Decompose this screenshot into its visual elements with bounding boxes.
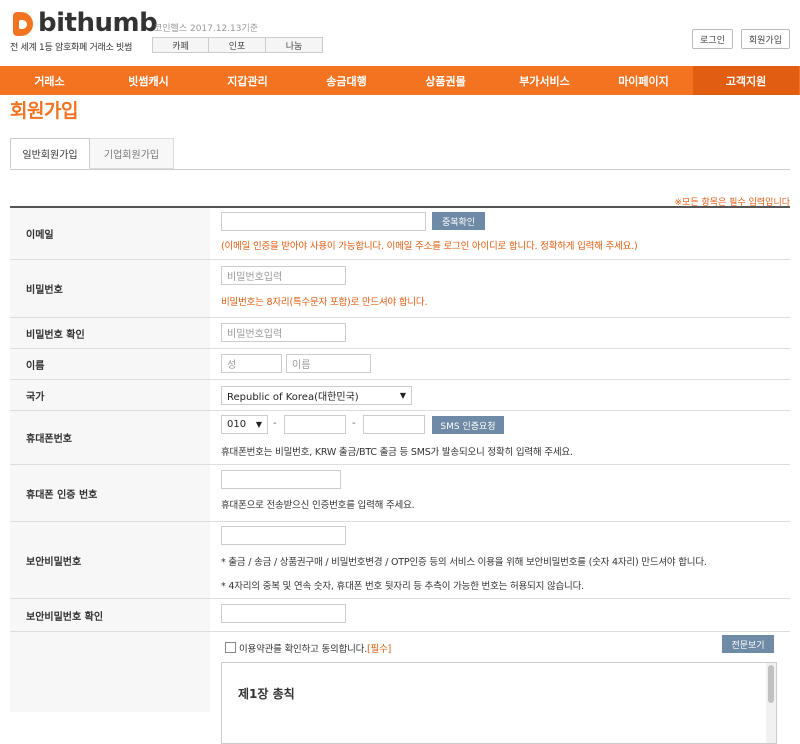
brand-name: bithumb [38,8,158,38]
first-name-input[interactable]: 이름 [286,354,371,373]
nav-item-exchange[interactable]: 거래소 [0,66,99,95]
phone-note: 휴대폰번호는 비밀번호, KRW 출금/BTC 출금 등 SMS가 발송되오니 … [221,447,573,458]
phone-middle-input[interactable] [284,415,346,434]
phone-auth-input[interactable] [221,470,341,489]
password-confirm-input[interactable]: 비밀번호입력 [221,323,346,342]
nav-item-wallet[interactable]: 지갑관리 [198,66,297,95]
row-password: 비밀번호 비밀번호입력 비밀번호는 8자리(특수문자 포함)로 만드셔야 합니다… [10,260,790,318]
sub-tab-info[interactable]: 인포 [209,37,266,53]
row-password-confirm: 비밀번호 확인 비밀번호입력 [10,318,790,349]
phone-label: 휴대폰번호 [10,411,210,464]
email-input[interactable] [221,212,426,231]
row-terms: 이용약관를 확인하고 동의합니다.[필수] 전문보기 제1장 총칙 [10,632,790,744]
row-name: 이름 성 이름 [10,349,790,380]
tab-corporate-signup[interactable]: 기업회원가입 [90,138,174,169]
phone-dash: - [273,418,277,429]
coin-health-date: 코인헬스 2017.12.13기준 [154,24,259,34]
phone-prefix-select[interactable]: 010 ▼ [221,415,268,434]
scroll-thumb[interactable] [768,665,774,703]
signup-button[interactable]: 회원가입 [740,29,790,49]
password-confirm-label: 비밀번호 확인 [10,318,210,348]
logo[interactable]: bithumb 전 세계 1등 암호화폐 거래소 빗썸 [10,8,158,53]
security-pw-note-1: * 출금 / 송금 / 상품권구매 / 비밀번호변경 / OTP인증 등의 서비… [221,557,707,568]
row-phone: 휴대폰번호 010 ▼ - - SMS 인증요청 휴대폰번호는 비밀번호, KR… [10,411,790,465]
row-email: 이메일 중복확인 (이메일 인증을 받아야 사용이 가능합니다. 이메일 주소를… [10,208,790,260]
phone-prefix-value: 010 [227,419,247,430]
email-note: (이메일 인증을 받아야 사용이 가능합니다. 이메일 주소를 로그인 아이디로… [221,241,638,252]
name-label: 이름 [10,349,210,379]
email-label: 이메일 [10,208,210,259]
security-pw-confirm-label: 보안비밀번호 확인 [10,599,210,631]
row-phone-auth: 휴대폰 인증 번호 휴대폰으로 전송받으신 인증번호를 입력해 주세요. [10,465,790,522]
brand-slogan: 전 세계 1등 암호화폐 거래소 빗썸 [10,43,132,53]
phone-last-input[interactable] [363,415,425,434]
terms-label [10,632,210,712]
terms-agree-text: 이용약관를 확인하고 동의합니다.[필수] [239,644,392,655]
view-full-terms-button[interactable]: 전문보기 [722,635,774,653]
sub-tabs: 카페 인포 나눔 [152,37,323,53]
terms-scrollbar[interactable] [766,663,776,743]
sub-tab-cafe[interactable]: 카페 [152,37,209,53]
nav-item-extra-services[interactable]: 부가서비스 [495,66,594,95]
required-tag: [필수] [367,644,392,655]
page-title: 회원가입 [10,100,78,122]
nav-item-mypage[interactable]: 마이페이지 [594,66,693,95]
nav-item-remittance[interactable]: 송금대행 [297,66,396,95]
signup-tabs: 일반회원가입 기업회원가입 [10,138,790,170]
nav-item-gift-mall[interactable]: 상품권몰 [396,66,495,95]
security-pw-confirm-input[interactable] [221,604,346,623]
password-input[interactable]: 비밀번호입력 [221,266,346,285]
row-country: 국가 Republic of Korea(대한민국) ▼ [10,380,790,411]
security-pw-input[interactable] [221,526,346,545]
sub-tab-share[interactable]: 나눔 [266,37,323,53]
terms-content-box[interactable]: 제1장 총칙 [221,662,777,744]
security-pw-note-2: * 4자리의 중복 및 연속 숫자, 휴대폰 번호 뒷자리 등 추측이 가능한 … [221,581,584,592]
last-name-input[interactable]: 성 [221,354,282,373]
email-check-button[interactable]: 중복확인 [432,212,485,230]
country-label: 국가 [10,380,210,410]
phone-auth-note: 휴대폰으로 전송받으신 인증번호를 입력해 주세요. [221,500,415,511]
sms-auth-button[interactable]: SMS 인증요청 [432,416,504,434]
main-nav: 거래소 빗썸캐시 지갑관리 송금대행 상품권몰 부가서비스 마이페이지 고객지원 [0,66,800,95]
header: bithumb 전 세계 1등 암호화폐 거래소 빗썸 코인헬스 2017.12… [0,0,800,66]
phone-dash: - [352,418,356,429]
nav-item-support[interactable]: 고객지원 [693,66,799,95]
password-note: 비밀번호는 8자리(특수문자 포함)로 만드셔야 합니다. [221,297,428,308]
country-select[interactable]: Republic of Korea(대한민국) ▼ [221,386,412,405]
terms-chapter-title: 제1장 총칙 [238,687,295,701]
dropdown-arrow-icon: ▼ [255,420,262,429]
phone-auth-label: 휴대폰 인증 번호 [10,465,210,521]
row-security-pw-confirm: 보안비밀번호 확인 [10,599,790,632]
password-label: 비밀번호 [10,260,210,317]
row-security-pw: 보안비밀번호 * 출금 / 송금 / 상품권구매 / 비밀번호변경 / OTP인… [10,522,790,599]
tab-personal-signup[interactable]: 일반회원가입 [10,138,90,169]
login-button[interactable]: 로그인 [692,29,733,49]
dropdown-arrow-icon: ▼ [399,391,406,400]
country-value: Republic of Korea(대한민국) [227,392,359,403]
signup-form: 이메일 중복확인 (이메일 인증을 받아야 사용이 가능합니다. 이메일 주소를… [10,206,790,744]
security-pw-label: 보안비밀번호 [10,522,210,598]
terms-agree-checkbox[interactable] [225,642,236,653]
bithumb-logo-icon [10,8,36,38]
nav-item-bithumb-cash[interactable]: 빗썸캐시 [99,66,198,95]
